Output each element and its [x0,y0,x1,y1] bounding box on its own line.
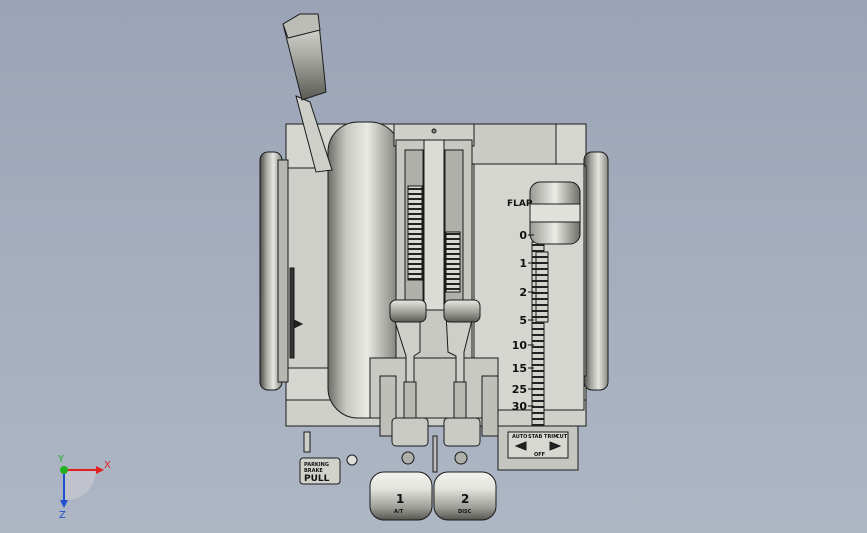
left-slot [289,267,295,359]
triad-y-label: Y [57,454,65,465]
throttle-2-label: 2 [461,492,469,506]
orientation-triad[interactable] [60,466,104,508]
center-divider [423,139,445,311]
flap-scale-value: 15 [512,362,527,375]
fuel-switch-2[interactable] [454,451,468,465]
parking-brake-line3: PULL [304,474,330,484]
flap-scale-value: 10 [512,339,528,352]
left-disc-rim [277,159,289,383]
lower-collar-2 [443,417,481,447]
triad-shadow [64,470,97,501]
stab-trim-left: AUTO [512,434,527,440]
flap-scale-value: 0 [519,229,527,242]
triad-z-label: Z [59,510,66,521]
parking-brake-handle[interactable] [303,431,311,453]
triad-x-label: X [104,460,111,471]
flap-header: FLAP [507,199,533,209]
y-axis-dot [60,466,68,474]
base-screw-hole [346,454,358,466]
throttle-quadrant-model[interactable] [259,13,609,521]
flap-scale-value: 30 [512,400,528,413]
z-axis-arrow [60,500,68,508]
lower-collar-1 [391,417,429,447]
flap-scale-value: 25 [512,383,527,396]
flap-gear [535,251,549,323]
flap-knob-band [529,203,581,223]
right-outer-disc [583,151,609,391]
center-pin [432,435,438,473]
right-link-block [481,375,499,437]
fuel-switch-1[interactable] [401,451,415,465]
stab-trim-bottom: OFF [534,452,545,458]
drum-right-section [471,123,557,165]
right-gear-rack [445,231,461,293]
top-screw [431,128,437,134]
flap-scale-value: 1 [519,257,527,270]
flap-scale-value: 5 [519,314,527,327]
stab-trim-right: CUT [556,434,568,440]
stab-trim-mid: STAB TRIM [528,434,558,440]
x-axis-arrow [96,466,104,474]
throttle-2-stem [453,381,467,419]
throttle-1-stem [403,381,417,419]
throttle-1-sub: A/T [394,509,404,515]
throttle-2-sub: DISC [458,509,472,515]
cad-viewport[interactable]: 012510152530 FLAP PARKING BRAKE PULL 1 A… [0,0,867,533]
flap-scale-value: 2 [519,286,527,299]
throttle-1-label: 1 [396,492,404,506]
throttle-lever-2-grip[interactable] [443,299,481,323]
throttle-lever-1-grip[interactable] [389,299,427,323]
left-gear-rack [407,185,423,281]
